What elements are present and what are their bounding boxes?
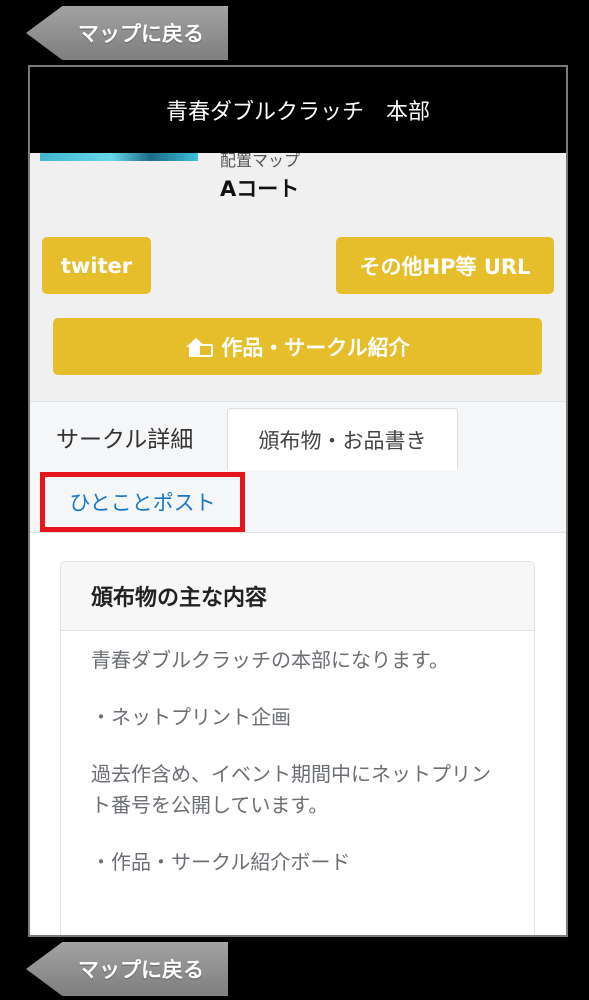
page-title: 青春ダブルクラッチ 本部 bbox=[165, 100, 430, 125]
other-url-button[interactable]: その他HP等 URL bbox=[336, 237, 554, 294]
tab-bar: サークル詳細 頒布物・お品書き ひとことポスト bbox=[30, 401, 566, 533]
card-title: 頒布物の主な内容 bbox=[61, 562, 534, 631]
card-paragraph: 青春ダブルクラッチの本部になります。 bbox=[91, 648, 449, 672]
tab-hitokoto-post-label: ひとことポスト bbox=[69, 491, 216, 515]
card-paragraph: 過去作含め、イベント期間中にネットプリント番号を公開しています。 bbox=[91, 762, 491, 817]
card-paragraph: ・作品・サークル紹介ボード bbox=[91, 850, 351, 874]
court-label: Aコート bbox=[220, 177, 300, 201]
home-board-icon bbox=[186, 337, 214, 357]
card-paragraph: ・ネットプリント企画 bbox=[91, 705, 291, 729]
back-to-map-button[interactable]: マップに戻る bbox=[26, 942, 228, 996]
tab-circle-details-label: サークル詳細 bbox=[56, 427, 194, 453]
tab-distribution-items[interactable]: 頒布物・お品書き bbox=[227, 408, 458, 470]
intro-button-label: 作品・サークル紹介 bbox=[221, 335, 410, 360]
twitter-button[interactable]: twiter bbox=[42, 237, 151, 294]
card-body: 青春ダブルクラッチの本部になります。 ・ネットプリント企画 過去作含め、イベント… bbox=[61, 631, 534, 878]
tab-distribution-items-label: 頒布物・お品書き bbox=[258, 428, 427, 453]
back-to-map-label: マップに戻る bbox=[78, 22, 204, 46]
distribution-content-card: 頒布物の主な内容 青春ダブルクラッチの本部になります。 ・ネットプリント企画 過… bbox=[60, 561, 535, 935]
tab-circle-details[interactable]: サークル詳細 bbox=[56, 420, 193, 454]
circle-detail-panel: 配置マップ Aコート twiter その他HP等 URL 作品・サークル紹介 青… bbox=[28, 65, 568, 937]
twitter-button-label: twiter bbox=[60, 253, 133, 278]
intro-button[interactable]: 作品・サークル紹介 bbox=[53, 318, 542, 375]
other-url-button-label: その他HP等 URL bbox=[359, 254, 531, 279]
back-to-map-button[interactable]: マップに戻る bbox=[26, 6, 228, 60]
back-to-map-label: マップに戻る bbox=[78, 958, 204, 982]
title-bar: 青春ダブルクラッチ 本部 bbox=[30, 67, 566, 153]
tab-hitokoto-post[interactable]: ひとことポスト bbox=[40, 472, 245, 532]
